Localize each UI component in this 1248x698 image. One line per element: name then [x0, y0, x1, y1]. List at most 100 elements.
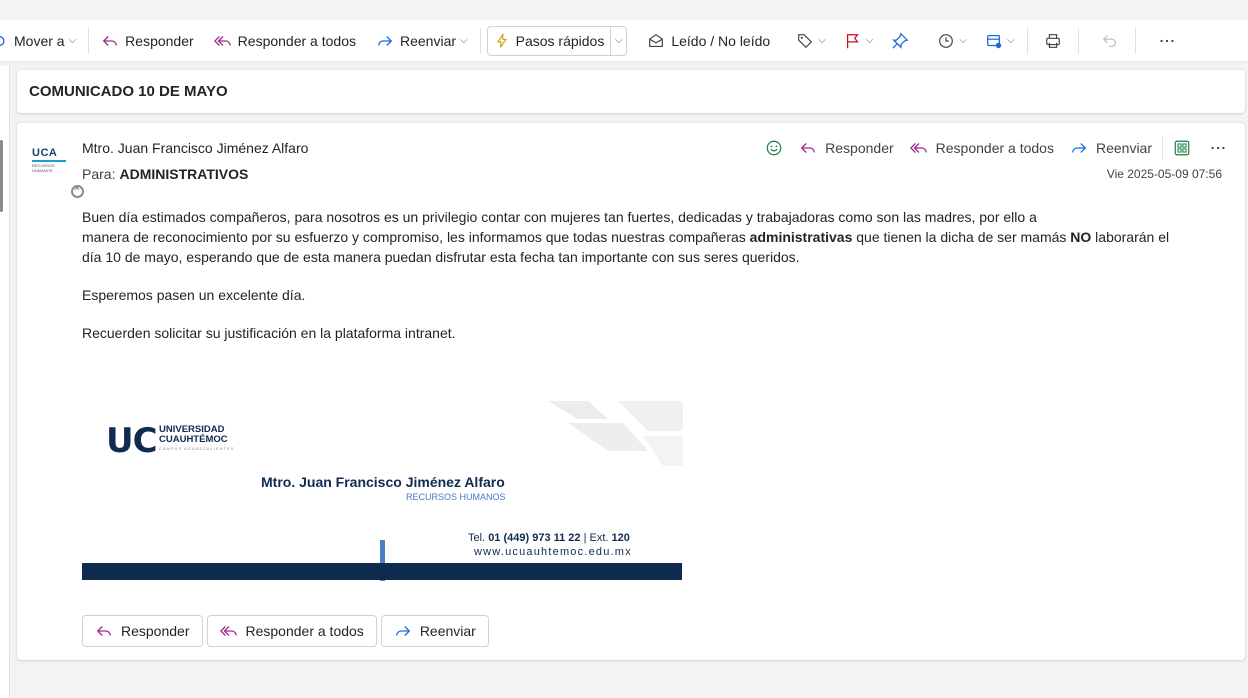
subject-header: COMUNICADO 10 DE MAYO [17, 70, 1245, 113]
toolbar-divider [1134, 27, 1136, 54]
bottom-forward-label: Reenviar [419, 623, 476, 639]
avatar-underline [32, 160, 66, 162]
quick-steps-label: Pasos rápidos [515, 32, 605, 49]
categorize-button[interactable]: ⌵ [790, 26, 832, 56]
message-card: UCA RECURSOS HUMANOS Mtro. Juan Francisc… [17, 123, 1245, 660]
apps-grid-icon [1174, 140, 1190, 156]
flag-button[interactable]: ⌵ [838, 26, 880, 56]
message-reply-all-label: Responder a todos [935, 140, 1054, 156]
reply-icon [96, 626, 111, 636]
campus-tag: CAMPUS AGUASCALIENTES [159, 446, 235, 451]
chevron-down-icon: ⌵ [818, 35, 826, 46]
undo-icon [1102, 34, 1116, 47]
bottom-forward-button[interactable]: Reenviar [380, 615, 489, 647]
tel-label: Tel. [468, 532, 489, 544]
reply-icon [800, 143, 816, 153]
message-body: Buen día estimados compañeros, para noso… [82, 207, 1232, 361]
body-bold-text: administrativas [749, 229, 853, 245]
body-text-line: manera de reconocimiento por su esfuerzo… [82, 229, 750, 245]
signature-website: www.ucuauhtemoc.edu.mx [474, 546, 632, 558]
scrollbar-thumb[interactable] [0, 140, 3, 212]
quick-steps-dropdown[interactable]: ⌵ [610, 26, 626, 55]
reply-all-button[interactable]: Responder a todos [208, 26, 362, 56]
tel-number: 01 (449) 973 11 22 [488, 532, 581, 544]
snooze-button[interactable]: ⌵ [931, 26, 973, 56]
reply-all-icon [219, 626, 237, 636]
move-to-button[interactable]: Mover a ⌵ [0, 26, 82, 56]
forward-icon [395, 626, 411, 636]
message-reply-label: Responder [825, 140, 894, 156]
toolbar-divider [88, 27, 90, 54]
body-text-line: día 10 de mayo, esperando que de esta ma… [82, 249, 800, 265]
avatar[interactable]: UCA RECURSOS HUMANOS [31, 141, 84, 198]
email-signature: UC UNIVERSIDAD CUAUHTÉMOC CAMPUS AGUASCA… [82, 401, 683, 581]
body-paragraph: Buen día estimados compañeros, para noso… [82, 207, 1232, 267]
forward-icon [1072, 143, 1087, 153]
subject-title: COMUNICADO 10 DE MAYO [29, 83, 228, 100]
presence-offline-icon [71, 183, 84, 198]
quick-steps-button[interactable]: Pasos rápidos ⌵ [486, 25, 628, 56]
avatar-text: UCA [32, 147, 58, 159]
forward-label: Reenviar [399, 32, 457, 49]
reply-label: Responder [125, 32, 194, 49]
ribbon-toolbar: Mover a ⌵ Responder Responder a todos Re… [0, 20, 1248, 62]
message-forward-button[interactable]: Reenviar [1070, 139, 1152, 157]
envelope-open-icon [649, 33, 664, 47]
recipient-line: Para: ADMINISTRATIVOS [82, 166, 248, 182]
pin-button[interactable] [885, 26, 915, 56]
body-paragraph: Recuerden solicitar su justificación en … [82, 325, 456, 341]
print-icon [1045, 33, 1060, 48]
university-line2: CUAUHTÉMOC [159, 434, 228, 445]
read-unread-button[interactable]: Leído / No leído [641, 26, 776, 56]
reply-all-icon [213, 35, 231, 46]
reply-all-icon [909, 143, 927, 153]
bottom-reply-button[interactable]: Responder [82, 615, 203, 647]
chevron-down-icon: ⌵ [460, 35, 468, 46]
apps-button[interactable] [1162, 137, 1191, 159]
avatar-subtext: RECURSOS HUMANOS [32, 163, 55, 173]
body-text-line: que tienen la dicha de ser mamás [852, 229, 1071, 245]
signature-role: RECURSOS HUMANOS [406, 492, 506, 502]
recipient-name[interactable]: ADMINISTRATIVOS [119, 166, 248, 182]
forward-icon [378, 35, 393, 46]
undo-button[interactable] [1095, 26, 1125, 56]
bottom-reply-row: Responder Responder a todos Reenviar [82, 615, 493, 647]
rules-button[interactable]: ⌵ [979, 26, 1021, 56]
message-forward-label: Reenviar [1095, 140, 1152, 156]
toolbar-divider [479, 27, 481, 54]
signature-decoration [548, 401, 683, 466]
folder-move-icon [0, 35, 5, 46]
chevron-down-icon: ⌵ [68, 35, 77, 46]
ext-label: | Ext. [580, 532, 612, 544]
message-actions: Responder Responder a todos Reenviar [749, 137, 1227, 159]
bottom-reply-label: Responder [121, 623, 190, 639]
body-text-line: Buen día estimados compañeros, para noso… [82, 209, 1037, 225]
read-unread-label: Leído / No leído [671, 32, 771, 49]
print-button[interactable] [1038, 26, 1068, 56]
chevron-down-icon: ⌵ [959, 35, 967, 46]
clock-icon [939, 33, 954, 48]
move-to-label: Mover a [14, 32, 65, 49]
reply-button[interactable]: Responder [95, 26, 200, 56]
rules-icon [987, 34, 1002, 48]
toolbar-divider [1026, 27, 1028, 54]
bottom-reply-all-button[interactable]: Responder a todos [206, 615, 377, 647]
signature-footer-bar [82, 563, 682, 580]
university-logo-name: UNIVERSIDAD CUAUHTÉMOC [159, 425, 228, 445]
toolbar-divider [1077, 27, 1079, 54]
reply-icon [102, 35, 118, 46]
message-more-button[interactable] [1209, 139, 1227, 157]
more-options-button[interactable] [1152, 26, 1182, 56]
more-icon [1211, 146, 1225, 150]
message-reply-all-button[interactable]: Responder a todos [909, 139, 1054, 157]
sender-name[interactable]: Mtro. Juan Francisco Jiménez Alfaro [82, 140, 308, 156]
message-list-edge [0, 66, 10, 698]
reply-all-label: Responder a todos [237, 32, 356, 49]
signature-name: Mtro. Juan Francisco Jiménez Alfaro [261, 474, 505, 490]
flag-icon [846, 33, 859, 48]
forward-button[interactable]: Reenviar ⌵ [370, 26, 474, 56]
message-reply-button[interactable]: Responder [799, 139, 894, 157]
bottom-reply-all-label: Responder a todos [245, 623, 364, 639]
body-bold-text: NO [1070, 229, 1092, 245]
reaction-button[interactable] [765, 139, 783, 157]
